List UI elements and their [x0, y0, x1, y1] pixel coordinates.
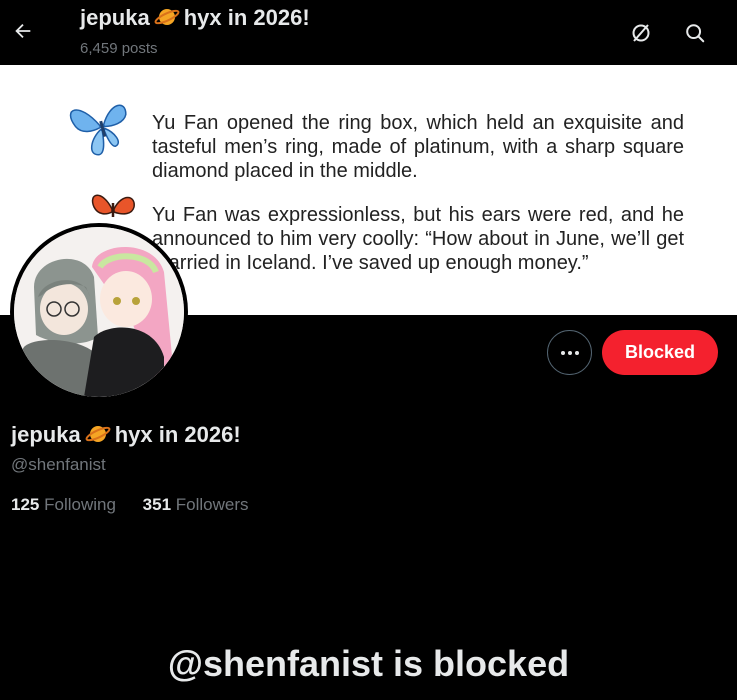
planet-icon: [154, 6, 180, 34]
profile-name-text: jepuka: [11, 422, 81, 447]
search-icon: [686, 24, 705, 43]
title-tagline: hyx in 2026!: [183, 5, 310, 30]
banner-text-paragraph-2: Yu Fan was expressionless, but his ears …: [152, 204, 684, 274]
avatar[interactable]: [10, 223, 188, 401]
profile-name: jepuka hyx in 2026!: [11, 422, 241, 451]
back-button[interactable]: [6, 14, 40, 48]
arrow-left-icon: [15, 23, 31, 39]
blue-butterfly-icon: [69, 104, 127, 156]
profile-handle: @shenfanist: [11, 455, 106, 474]
banner-text-paragraph-1: Yu Fan opened the ring box, which held a…: [152, 112, 684, 182]
unblock-icon-button[interactable]: [624, 16, 658, 50]
following-label: Following: [44, 495, 116, 514]
profile-name-tagline: hyx in 2026!: [114, 422, 241, 447]
follow-stats: 125 Following 351 Followers: [11, 495, 271, 515]
title-name: jepuka: [80, 5, 150, 30]
top-bar: jepuka hyx in 2026! 6,459 posts: [0, 0, 737, 65]
following-link[interactable]: 125 Following: [11, 495, 116, 515]
following-count: 125: [11, 495, 40, 514]
unblock-icon: [632, 24, 650, 42]
page-title: jepuka hyx in 2026!: [80, 5, 310, 34]
post-count: 6,459 posts: [80, 40, 158, 57]
more-icon: [560, 350, 579, 355]
blocked-message: @shenfanist is blocked: [167, 643, 570, 684]
more-options-button[interactable]: [547, 330, 592, 375]
search-button[interactable]: [678, 16, 712, 50]
planet-icon: [85, 423, 111, 451]
blocked-button[interactable]: Blocked: [602, 330, 718, 375]
avatar-illustration: [14, 227, 184, 397]
followers-label: Followers: [175, 495, 249, 514]
followers-link[interactable]: 351 Followers: [143, 495, 249, 515]
followers-count: 351: [142, 495, 172, 514]
